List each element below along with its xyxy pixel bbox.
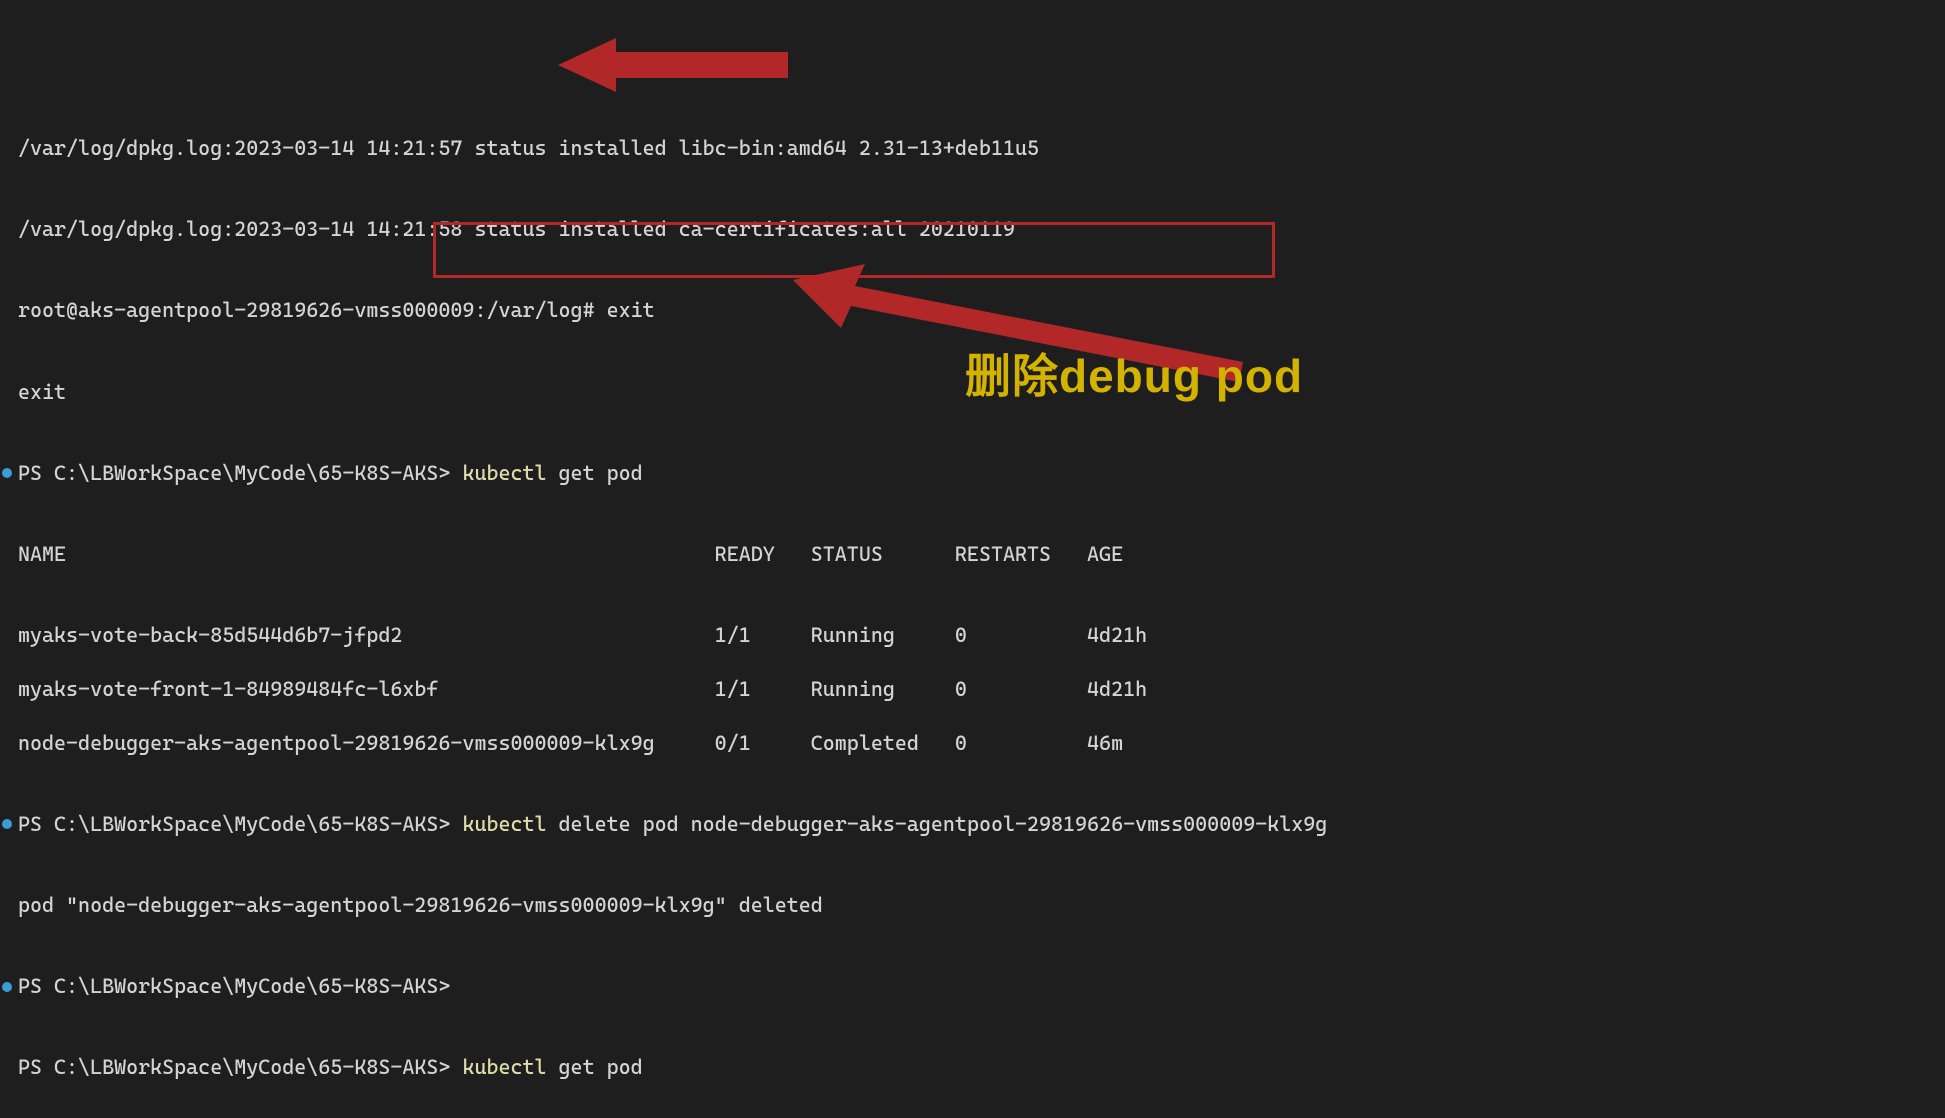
terminal-line[interactable]: PS C:\LBWorkSpace\MyCode\65-K8S-AKS> xyxy=(2,973,1945,1000)
kubectl-args: get pod xyxy=(547,1054,643,1081)
ps-prompt: PS C:\LBWorkSpace\MyCode\65-K8S-AKS> xyxy=(18,460,450,487)
kubectl-cmd: kubectl xyxy=(462,460,546,487)
table-row: node-debugger-aks-agentpool-29819626-vms… xyxy=(18,730,1123,757)
terminal-line[interactable]: pod "node-debugger-aks-agentpool-2981962… xyxy=(2,892,1945,919)
terminal-line[interactable]: PS C:\LBWorkSpace\MyCode\65-K8S-AKS> kub… xyxy=(2,1054,1945,1081)
arrow-icon xyxy=(558,30,788,100)
terminal-line[interactable]: /var/log/dpkg.log:2023-03-14 14:21:57 st… xyxy=(2,135,1945,162)
pods-header: NAME READY STATUS RESTARTS AGE xyxy=(18,541,1123,568)
terminal-line[interactable]: PS C:\LBWorkSpace\MyCode\65-K8S-AKS> kub… xyxy=(2,811,1945,838)
terminal-line[interactable]: myaks-vote-back-85d544d6b7-jfpd2 1/1 Run… xyxy=(2,622,1945,649)
prompt-bullet-icon xyxy=(2,468,12,478)
log-line: /var/log/dpkg.log:2023-03-14 14:21:57 st… xyxy=(18,135,1039,162)
kubectl-args: delete pod node-debugger-aks-agentpool-2… xyxy=(547,811,1328,838)
terminal-line[interactable]: root@aks-agentpool-29819626-vmss000009:/… xyxy=(2,297,1945,324)
prompt-hash: # xyxy=(583,297,607,324)
shell-prompt: root@aks-agentpool-29819626-vmss000009:/… xyxy=(18,297,583,324)
kubectl-args: get pod xyxy=(547,460,643,487)
terminal-line[interactable]: myaks-vote-front-1-84989484fc-l6xbf 1/1 … xyxy=(2,676,1945,703)
ps-prompt: PS C:\LBWorkSpace\MyCode\65-K8S-AKS> xyxy=(18,811,450,838)
exit-cmd: exit xyxy=(607,297,655,324)
terminal-line[interactable]: NAME READY STATUS RESTARTS AGE xyxy=(2,541,1945,568)
terminal-line[interactable]: PS C:\LBWorkSpace\MyCode\65-K8S-AKS> kub… xyxy=(2,460,1945,487)
terminal-line[interactable]: /var/log/dpkg.log:2023-03-14 14:21:58 st… xyxy=(2,216,1945,243)
exit-echo: exit xyxy=(18,379,66,406)
table-row: myaks-vote-back-85d544d6b7-jfpd2 1/1 Run… xyxy=(18,622,1147,649)
table-row: myaks-vote-front-1-84989484fc-l6xbf 1/1 … xyxy=(18,676,1147,703)
annotation-text: 删除debug pod xyxy=(965,346,1303,407)
terminal-line[interactable]: node-debugger-aks-agentpool-29819626-vms… xyxy=(2,730,1945,757)
log-line: /var/log/dpkg.log:2023-03-14 14:21:58 st… xyxy=(18,216,1015,243)
ps-prompt: PS C:\LBWorkSpace\MyCode\65-K8S-AKS> xyxy=(18,973,450,1000)
ps-prompt: PS C:\LBWorkSpace\MyCode\65-K8S-AKS> xyxy=(18,1054,450,1081)
prompt-bullet-icon xyxy=(2,982,12,992)
kubectl-cmd: kubectl xyxy=(462,1054,546,1081)
kubectl-cmd: kubectl xyxy=(462,811,546,838)
prompt-bullet-icon xyxy=(2,819,12,829)
delete-output: pod "node-debugger-aks-agentpool-2981962… xyxy=(18,892,823,919)
